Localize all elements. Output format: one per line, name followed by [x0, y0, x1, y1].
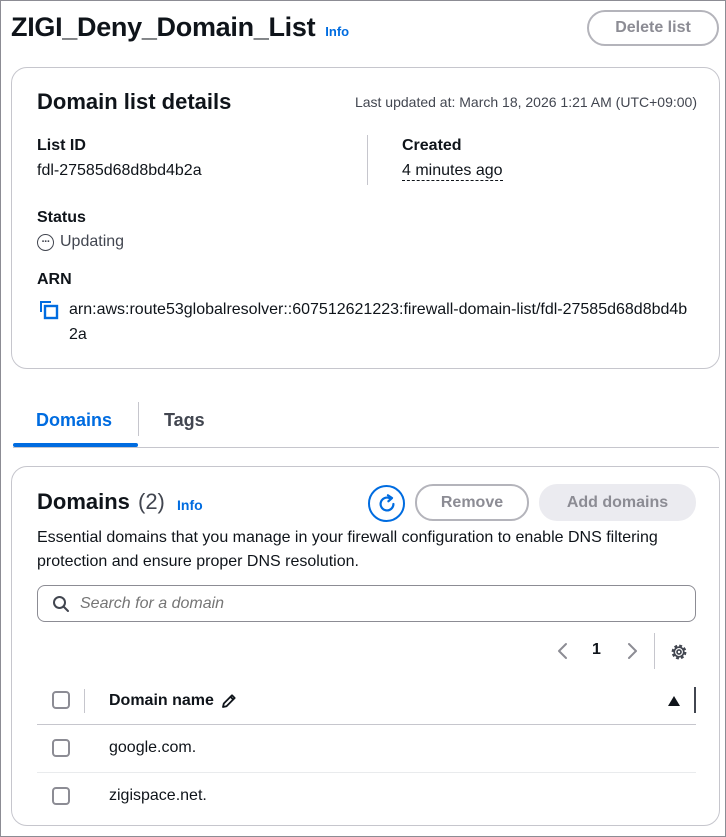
sort-ascending-icon[interactable] — [668, 696, 680, 706]
arn-value: arn:aws:route53globalresolver::607512621… — [69, 301, 688, 343]
arn-row: arn:aws:route53globalresolver::607512621… — [37, 297, 697, 347]
domains-title: Domains — [37, 489, 130, 514]
domains-card: Domains (2) Info Remove Add domains Esse… — [11, 466, 720, 826]
created-label: Created — [402, 137, 462, 154]
refresh-button[interactable] — [368, 485, 405, 522]
title-info-link[interactable]: Info — [325, 24, 349, 39]
list-id-label: List ID — [37, 137, 86, 154]
status-value: Updating — [60, 233, 125, 250]
delete-list-button[interactable]: Delete list — [587, 10, 719, 46]
status-label: Status — [37, 209, 86, 226]
table-row: google.com. — [37, 725, 696, 773]
table-row: zigispace.net. — [37, 773, 696, 821]
page-header: ZIGI_Deny_Domain_List Info — [11, 12, 349, 43]
header-end-separator — [694, 687, 696, 713]
list-id-value: fdl-27585d68d8bd4b2a — [37, 162, 202, 179]
details-title: Domain list details — [37, 89, 232, 114]
pagination-separator — [654, 633, 655, 669]
arn-label: ARN — [37, 271, 72, 288]
ellipsis-circle-icon: ··· — [37, 233, 54, 251]
current-page-number[interactable]: 1 — [592, 641, 601, 659]
header-separator — [84, 689, 85, 713]
tab-domains[interactable]: Domains — [36, 410, 112, 431]
domain-name-cell: zigispace.net. — [109, 787, 207, 804]
active-tab-indicator — [13, 443, 138, 447]
row-checkbox[interactable] — [52, 739, 70, 757]
last-updated-text: Last updated at: March 18, 2026 1:21 AM … — [354, 94, 697, 110]
table-header: Domain name — [37, 679, 696, 725]
domains-table: Domain name google.com. zigispace.net. — [37, 679, 696, 821]
add-domains-button[interactable]: Add domains — [539, 484, 696, 521]
tab-tags[interactable]: Tags — [164, 410, 205, 431]
next-page-icon[interactable] — [622, 633, 642, 669]
created-value[interactable]: 4 minutes ago — [402, 162, 503, 181]
copy-icon[interactable] — [37, 298, 61, 322]
column-header-label: Domain name — [109, 692, 214, 709]
tab-separator — [138, 402, 139, 436]
select-all-checkbox[interactable] — [52, 691, 70, 709]
pencil-icon — [222, 694, 236, 708]
domains-description: Essential domains that you manage in you… — [37, 529, 658, 570]
page-title: ZIGI_Deny_Domain_List — [11, 12, 316, 42]
row-checkbox[interactable] — [52, 787, 70, 805]
column-divider — [367, 135, 368, 185]
refresh-icon — [379, 493, 395, 512]
domain-list-details-card: Domain list details Last updated at: Mar… — [11, 67, 720, 369]
domain-name-cell: google.com. — [109, 739, 197, 756]
previous-page-icon[interactable] — [553, 633, 573, 669]
search-icon — [53, 595, 69, 612]
domains-info-link[interactable]: Info — [177, 497, 203, 513]
remove-button[interactable]: Remove — [415, 484, 529, 521]
domain-name-column-header[interactable]: Domain name — [109, 692, 238, 710]
tab-bar: Domains Tags — [13, 402, 719, 448]
search-input[interactable] — [80, 594, 680, 613]
search-field[interactable] — [37, 585, 696, 622]
domains-count: (2) — [138, 489, 165, 514]
status-indicator: ··· Updating — [37, 233, 124, 251]
gear-icon[interactable] — [668, 641, 690, 663]
